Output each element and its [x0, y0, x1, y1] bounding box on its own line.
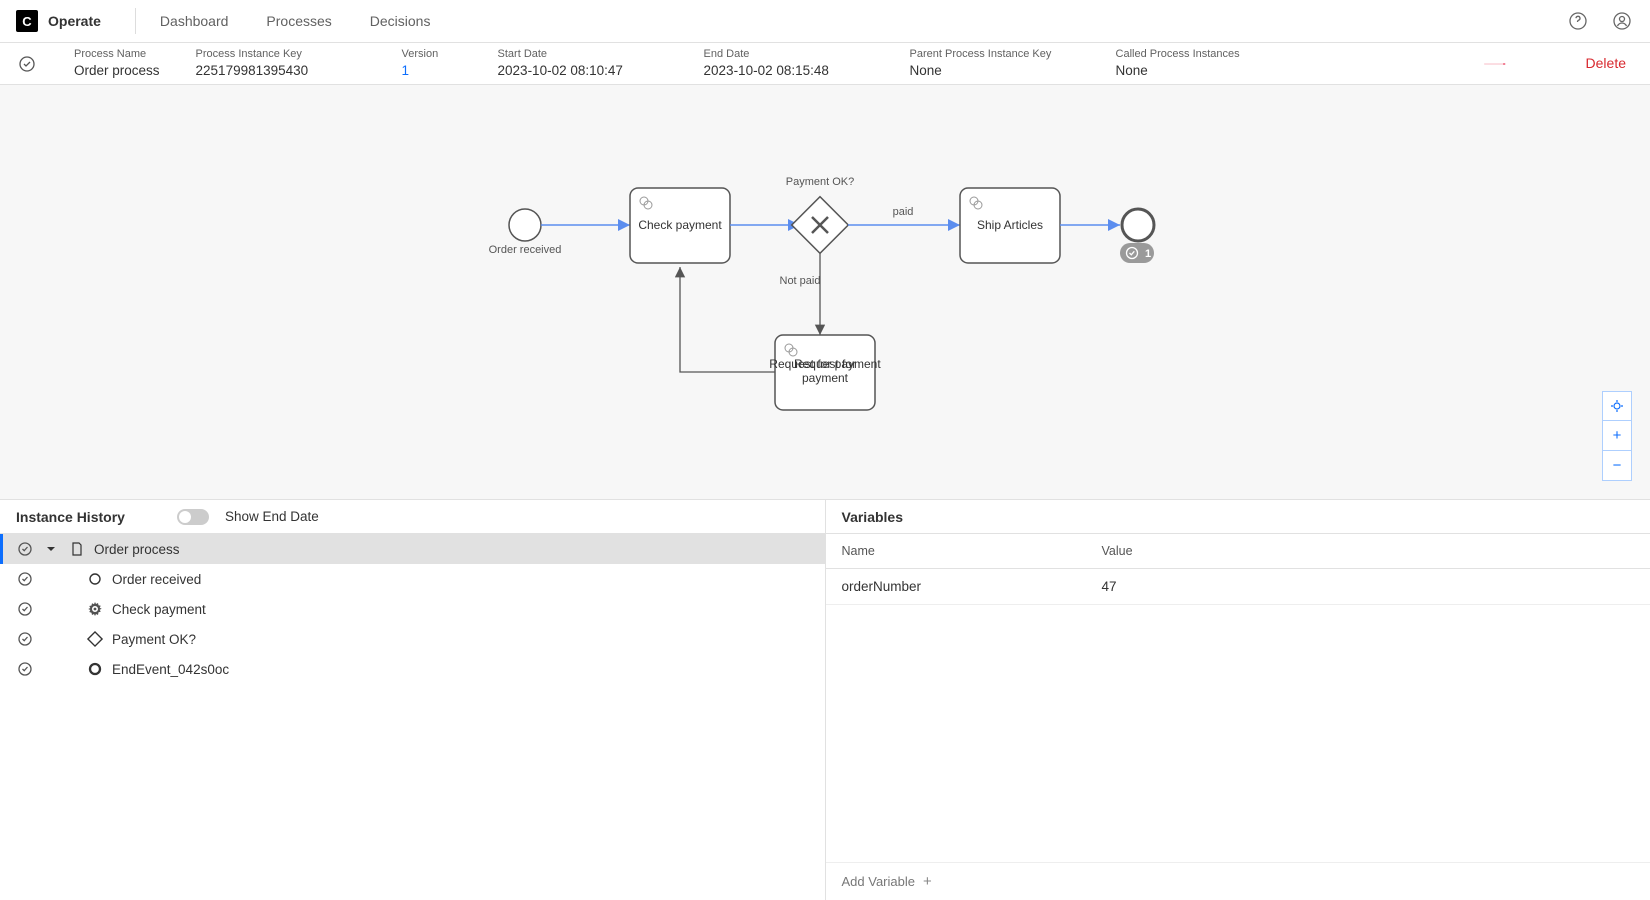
- history-row[interactable]: EndEvent_042s0oc: [0, 654, 825, 684]
- bpmn-svg: Order received Check payment Payment OK?…: [0, 85, 1650, 500]
- history-row[interactable]: Check payment: [0, 594, 825, 624]
- val-process-name: Order process: [74, 62, 160, 80]
- add-variable-footer[interactable]: Add Variable +: [826, 862, 1650, 900]
- end-event-badge: 1: [1120, 243, 1154, 263]
- variables-title: Variables: [842, 509, 904, 525]
- svg-text:1: 1: [1145, 248, 1151, 260]
- val-called: None: [1116, 62, 1276, 80]
- lbl-process-name: Process Name: [74, 47, 160, 61]
- col-version: Version 1: [402, 47, 462, 80]
- panel-variables: Variables Name Value orderNumber47 Add V…: [825, 500, 1650, 900]
- instance-history-header: Instance History Show End Date: [0, 500, 825, 534]
- history-row[interactable]: Order received: [0, 564, 825, 594]
- plus-icon: +: [923, 873, 932, 890]
- task-ship-label: Ship Articles: [977, 218, 1043, 232]
- svg-text:Request for: Request for: [794, 357, 856, 371]
- user-icon[interactable]: [1610, 9, 1634, 33]
- var-value: 47: [1102, 579, 1117, 594]
- history-row-label: Order process: [94, 542, 180, 557]
- process-icon: [68, 542, 86, 556]
- val-end-date: 2023-10-02 08:15:48: [704, 62, 874, 80]
- toggle-show-end-date[interactable]: [177, 509, 209, 525]
- brand-icon: C: [16, 10, 38, 32]
- col-value: Value: [1102, 544, 1133, 558]
- start-icon: [86, 572, 104, 586]
- gateway-label: Payment OK?: [786, 176, 854, 188]
- top-nav: C Operate Dashboard Processes Decisions: [0, 0, 1650, 43]
- start-event[interactable]: [509, 209, 541, 241]
- instance-status-icon: [18, 55, 38, 73]
- col-name: Name: [842, 544, 1102, 558]
- brand-name: Operate: [48, 13, 101, 29]
- lbl-instance-key: Process Instance Key: [196, 47, 366, 61]
- instance-history-tree: Order process Order received Check payment…: [0, 534, 825, 684]
- col-end-date: End Date 2023-10-02 08:15:48: [704, 47, 874, 80]
- zoom-reset-button[interactable]: [1602, 391, 1632, 421]
- help-icon[interactable]: [1566, 9, 1590, 33]
- status-check-icon: [16, 631, 34, 647]
- variables-header: Variables: [826, 500, 1650, 534]
- gateway-icon: [86, 632, 104, 646]
- status-check-icon: [16, 661, 34, 677]
- variable-row[interactable]: orderNumber47: [826, 569, 1650, 605]
- history-row[interactable]: Payment OK?: [0, 624, 825, 654]
- caret-icon: [42, 544, 60, 554]
- val-start-date: 2023-10-02 08:10:47: [498, 62, 668, 80]
- add-variable-label: Add Variable: [842, 874, 915, 889]
- variables-rows: orderNumber47: [826, 569, 1650, 605]
- toggle-show-end-date-label: Show End Date: [225, 509, 319, 524]
- nav-decisions[interactable]: Decisions: [370, 13, 431, 29]
- variables-columns: Name Value: [826, 534, 1650, 569]
- lbl-version: Version: [402, 47, 462, 61]
- divider: [135, 8, 136, 34]
- service-icon: [86, 602, 104, 616]
- zoom-out-button[interactable]: −: [1602, 451, 1632, 481]
- panel-instance-history: Instance History Show End Date Order pro…: [0, 500, 825, 900]
- history-row[interactable]: Order process: [0, 534, 825, 564]
- lbl-parent: Parent Process Instance Key: [910, 47, 1080, 61]
- instance-history-title: Instance History: [16, 509, 125, 525]
- status-check-icon: [16, 571, 34, 587]
- svg-text:payment: payment: [802, 371, 849, 385]
- edge-paid-label: paid: [893, 206, 914, 218]
- lbl-start-date: Start Date: [498, 47, 668, 61]
- bpmn-diagram[interactable]: Order received Check payment Payment OK?…: [0, 85, 1650, 500]
- nav-dashboard[interactable]: Dashboard: [160, 13, 229, 29]
- zoom-controls: + −: [1602, 391, 1632, 481]
- val-parent: None: [910, 62, 1080, 80]
- col-instance-key: Process Instance Key 225179981395430: [196, 47, 366, 80]
- nav-processes[interactable]: Processes: [266, 13, 331, 29]
- history-row-label: EndEvent_042s0oc: [112, 662, 229, 677]
- status-check-icon: [16, 601, 34, 617]
- var-name: orderNumber: [842, 579, 1102, 594]
- delete-button[interactable]: Delete: [1586, 55, 1626, 71]
- val-instance-key: 225179981395430: [196, 62, 366, 80]
- val-version[interactable]: 1: [402, 62, 462, 80]
- lbl-end-date: End Date: [704, 47, 874, 61]
- start-event-label: Order received: [489, 244, 562, 256]
- history-row-label: Order received: [112, 572, 201, 587]
- end-icon: [86, 662, 104, 676]
- lbl-called: Called Process Instances: [1116, 47, 1276, 61]
- status-check-icon: [16, 541, 34, 557]
- instance-info-bar: Process Name Order process Process Insta…: [0, 43, 1650, 85]
- annotation-arrow: [1430, 63, 1560, 65]
- col-called: Called Process Instances None: [1116, 47, 1276, 80]
- col-parent: Parent Process Instance Key None: [910, 47, 1080, 80]
- gateway-payment-ok[interactable]: [792, 197, 849, 254]
- bottom-panels: Instance History Show End Date Order pro…: [0, 500, 1650, 900]
- col-start-date: Start Date 2023-10-02 08:10:47: [498, 47, 668, 80]
- history-row-label: Check payment: [112, 602, 206, 617]
- col-process-name: Process Name Order process: [74, 47, 160, 80]
- zoom-in-button[interactable]: +: [1602, 421, 1632, 451]
- task-check-label: Check payment: [638, 218, 722, 232]
- end-event[interactable]: [1122, 209, 1154, 241]
- edge-notpaid-label: Not paid: [780, 275, 821, 287]
- history-row-label: Payment OK?: [112, 632, 196, 647]
